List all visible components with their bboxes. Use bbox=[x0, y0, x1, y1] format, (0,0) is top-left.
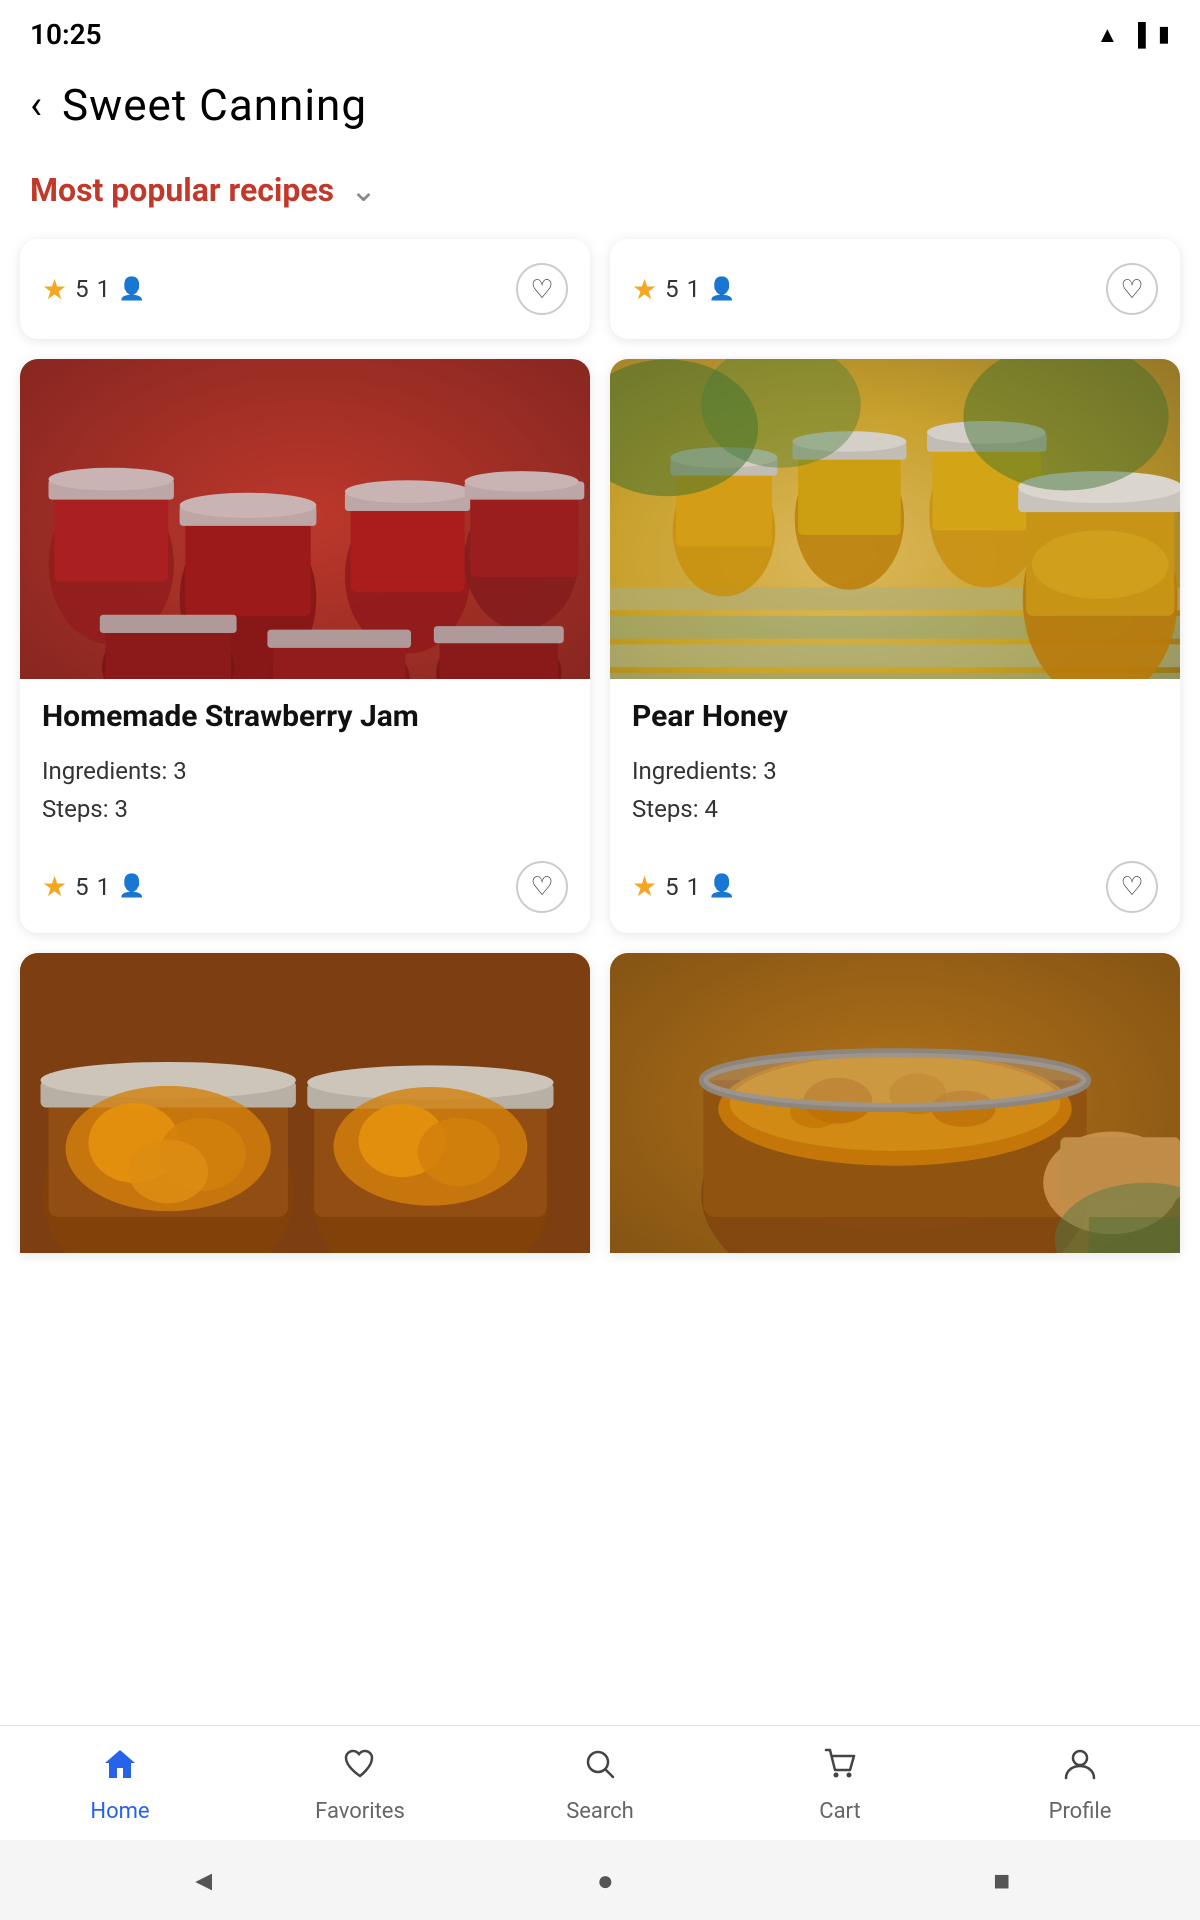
card-footer-pear-honey: ★ 5 1 👤 ♡ bbox=[610, 853, 1180, 933]
rating-value: 5 bbox=[665, 873, 679, 901]
ingredients-label: Ingredients: bbox=[42, 757, 167, 785]
top-cards-row: ★ 5 1 👤 ♡ ★ 5 1 👤 ♡ bbox=[0, 239, 1200, 339]
favorite-button-pear-honey[interactable]: ♡ bbox=[1106, 861, 1158, 913]
ingredients-label: Ingredients: bbox=[632, 757, 757, 785]
card-footer-strawberry: ★ 5 1 👤 ♡ bbox=[20, 853, 590, 933]
header: ‹ Sweet Canning bbox=[0, 61, 1200, 151]
card-info-pear-honey: Pear Honey Ingredients: 3 Steps: 4 bbox=[610, 679, 1180, 853]
top-card-left[interactable]: ★ 5 1 👤 ♡ bbox=[20, 239, 590, 339]
recipe-image-pear-honey bbox=[610, 359, 1180, 679]
rating-value: 5 bbox=[75, 873, 89, 901]
status-bar: 10:25 ▲ ▐ ▮ bbox=[0, 0, 1200, 61]
nav-label-cart: Cart bbox=[819, 1799, 860, 1824]
steps-label: Steps: bbox=[632, 795, 699, 823]
rating-count: 1 bbox=[97, 873, 111, 901]
bottom-navigation: Home Favorites Search Cart bbox=[0, 1725, 1200, 1840]
rating-count: 1 bbox=[687, 275, 701, 303]
heart-icon bbox=[342, 1746, 378, 1791]
chevron-down-icon[interactable]: ⌄ bbox=[350, 171, 377, 209]
steps-count: 4 bbox=[704, 795, 718, 823]
rating-count: 1 bbox=[97, 275, 111, 303]
battery-icon: ▮ bbox=[1158, 22, 1170, 47]
nav-item-favorites[interactable]: Favorites bbox=[300, 1746, 420, 1824]
rating-value: 5 bbox=[75, 275, 89, 303]
favorite-button-top-right[interactable]: ♡ bbox=[1106, 263, 1158, 315]
page-title: Sweet Canning bbox=[62, 79, 367, 131]
home-icon bbox=[102, 1746, 138, 1791]
profile-icon bbox=[1062, 1746, 1098, 1791]
recipe-image-jam bbox=[610, 953, 1180, 1253]
android-back-button[interactable]: ◄ bbox=[190, 1864, 218, 1897]
star-icon: ★ bbox=[632, 273, 657, 306]
recipe-image-peaches bbox=[20, 953, 590, 1253]
star-icon: ★ bbox=[632, 870, 657, 903]
android-recent-button[interactable]: ■ bbox=[993, 1864, 1010, 1897]
recipe-grid: Homemade Strawberry Jam Ingredients: 3 S… bbox=[0, 359, 1200, 1253]
person-icon: 👤 bbox=[708, 874, 735, 899]
star-icon: ★ bbox=[42, 273, 67, 306]
recipe-title: Homemade Strawberry Jam bbox=[42, 699, 568, 734]
rating-count: 1 bbox=[687, 873, 701, 901]
recipe-meta: Ingredients: 3 Steps: 3 bbox=[42, 752, 568, 829]
recipe-title: Pear Honey bbox=[632, 699, 1158, 734]
nav-label-profile: Profile bbox=[1049, 1799, 1112, 1824]
cart-icon bbox=[822, 1746, 858, 1791]
ingredients-count: 3 bbox=[173, 757, 187, 785]
nav-item-home[interactable]: Home bbox=[60, 1746, 180, 1824]
nav-label-search: Search bbox=[566, 1799, 634, 1824]
android-nav-bar: ◄ ● ■ bbox=[0, 1840, 1200, 1920]
back-button[interactable]: ‹ bbox=[30, 85, 42, 125]
filter-label: Most popular recipes bbox=[30, 171, 334, 209]
nav-label-home: Home bbox=[90, 1799, 149, 1824]
favorite-button-strawberry[interactable]: ♡ bbox=[516, 861, 568, 913]
person-icon: 👤 bbox=[708, 277, 735, 302]
rating-row: ★ 5 1 👤 bbox=[632, 870, 736, 903]
top-card-right[interactable]: ★ 5 1 👤 ♡ bbox=[610, 239, 1180, 339]
recipe-card-pear-honey[interactable]: Pear Honey Ingredients: 3 Steps: 4 ★ 5 1… bbox=[610, 359, 1180, 933]
wifi-icon: ▲ bbox=[1097, 22, 1119, 48]
nav-item-search[interactable]: Search bbox=[540, 1746, 660, 1824]
recipe-image-strawberry bbox=[20, 359, 590, 679]
recipe-card-peaches[interactable] bbox=[20, 953, 590, 1253]
star-icon: ★ bbox=[42, 870, 67, 903]
rating-value: 5 bbox=[665, 275, 679, 303]
nav-item-profile[interactable]: Profile bbox=[1020, 1746, 1140, 1824]
steps-count: 3 bbox=[114, 795, 128, 823]
card-info-strawberry: Homemade Strawberry Jam Ingredients: 3 S… bbox=[20, 679, 590, 853]
recipe-card-jam[interactable] bbox=[610, 953, 1180, 1253]
nav-item-cart[interactable]: Cart bbox=[780, 1746, 900, 1824]
rating-row-top-right: ★ 5 1 👤 bbox=[632, 273, 736, 306]
status-time: 10:25 bbox=[30, 18, 102, 51]
nav-label-favorites: Favorites bbox=[315, 1799, 405, 1824]
android-home-button[interactable]: ● bbox=[597, 1864, 614, 1897]
status-icons: ▲ ▐ ▮ bbox=[1097, 22, 1170, 48]
recipe-card-strawberry-jam[interactable]: Homemade Strawberry Jam Ingredients: 3 S… bbox=[20, 359, 590, 933]
signal-icon: ▐ bbox=[1130, 22, 1146, 48]
recipe-meta: Ingredients: 3 Steps: 4 bbox=[632, 752, 1158, 829]
rating-row-top-left: ★ 5 1 👤 bbox=[42, 273, 146, 306]
rating-row: ★ 5 1 👤 bbox=[42, 870, 146, 903]
ingredients-count: 3 bbox=[763, 757, 777, 785]
filter-row[interactable]: Most popular recipes ⌄ bbox=[0, 151, 1200, 239]
search-icon bbox=[582, 1746, 618, 1791]
favorite-button-top-left[interactable]: ♡ bbox=[516, 263, 568, 315]
person-icon: 👤 bbox=[118, 277, 145, 302]
steps-label: Steps: bbox=[42, 795, 109, 823]
scroll-content: Most popular recipes ⌄ ★ 5 1 👤 ♡ ★ 5 1 👤… bbox=[0, 151, 1200, 1473]
person-icon: 👤 bbox=[118, 874, 145, 899]
